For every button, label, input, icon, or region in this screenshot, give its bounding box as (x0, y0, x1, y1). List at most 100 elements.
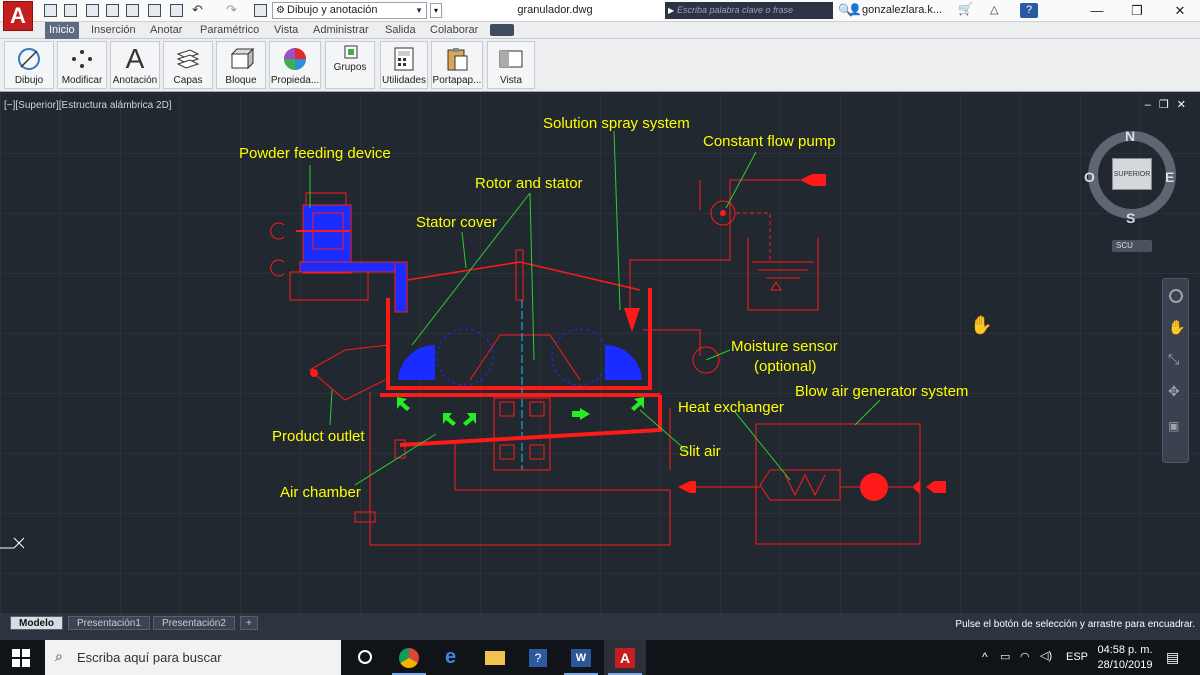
showmotion-icon[interactable]: ▣ (1168, 419, 1179, 433)
user-icon[interactable]: 👤 (848, 3, 862, 16)
tab-insercion[interactable]: Inserción (91, 22, 136, 39)
label-slit-air: Slit air (679, 443, 721, 460)
status-message: Pulse el botón de selección y arrastre p… (955, 619, 1195, 630)
volume-icon[interactable]: ◁) (1040, 649, 1052, 662)
granulator-diagram: Powder feeding device Rotor and stator S… (0, 115, 968, 549)
compass-west[interactable]: O (1084, 169, 1095, 185)
chrome-icon[interactable] (388, 640, 430, 675)
close-button[interactable]: ✕ (1165, 0, 1195, 21)
pan-icon[interactable]: ✋ (1168, 319, 1185, 336)
view-button[interactable]: Vista (487, 41, 535, 89)
tab-model[interactable]: Modelo (10, 616, 63, 630)
new-file-icon[interactable] (44, 4, 57, 17)
edge-icon[interactable]: e (432, 640, 474, 675)
tab-colaborar[interactable]: Colaborar (430, 22, 478, 39)
zoom-extents-icon[interactable]: ⤡ (1168, 351, 1179, 368)
minimize-button[interactable]: — (1082, 0, 1112, 21)
word-icon[interactable]: W (560, 640, 602, 675)
plot-icon[interactable] (170, 4, 183, 17)
tab-vista[interactable]: Vista (274, 22, 298, 39)
cart-icon[interactable]: 🛒 (958, 2, 973, 16)
file-explorer-icon[interactable] (474, 640, 516, 675)
task-view-icon[interactable] (344, 640, 386, 675)
windows-taskbar: ⌕ Escriba aquí para buscar e ? W A ^ ▭ ◠… (0, 640, 1200, 675)
label-constant-flow-pump: Constant flow pump (703, 133, 836, 150)
language-indicator[interactable]: ESP (1066, 651, 1088, 663)
battery-icon[interactable]: ▭ (1000, 650, 1010, 663)
label-solution-spray: Solution spray system (543, 115, 690, 132)
save-icon[interactable] (86, 4, 99, 17)
wifi-icon[interactable]: ◠ (1020, 650, 1030, 663)
tab-salida[interactable]: Salida (385, 22, 416, 39)
help-app-icon[interactable]: ? (518, 640, 560, 675)
restore-button[interactable]: ❐ (1122, 0, 1152, 21)
keyword-search-input[interactable]: ▶ Escriba palabra clave o frase (665, 2, 833, 19)
open-file-icon[interactable] (64, 4, 77, 17)
steering-wheel-icon[interactable] (1169, 289, 1183, 303)
modify-button[interactable]: Modificar (57, 41, 107, 89)
draw-label: Dibujo (14, 75, 44, 86)
drawing-area[interactable]: [−][Superior][Estructura alámbrica 2D] –… (0, 93, 1200, 613)
properties-icon (284, 48, 306, 70)
match-properties-icon[interactable] (254, 4, 267, 17)
expand-arrow-icon: ▶ (668, 6, 675, 15)
windows-start-icon[interactable] (12, 649, 30, 667)
save-as-icon[interactable] (106, 4, 119, 17)
groups-button[interactable]: Grupos (325, 41, 375, 89)
autocad-taskbar-icon[interactable]: A (604, 640, 646, 675)
ucs-menu[interactable]: SCU (1112, 240, 1152, 252)
utilities-button[interactable]: Utilidades (380, 41, 428, 89)
tray-chevron-icon[interactable]: ^ (982, 650, 988, 664)
clipboard-label: Portapap... (432, 75, 482, 86)
clipboard-icon (447, 48, 468, 71)
print-preview-icon[interactable] (148, 4, 161, 17)
tab-parametrico[interactable]: Paramétrico (200, 22, 259, 39)
compass-south[interactable]: S (1126, 210, 1135, 226)
autocad-logo-button[interactable]: A (3, 1, 33, 31)
autocad-window: A ↶ ↷ ⚙ Dibujo y anotación ▼ ▾ granulado… (0, 0, 1200, 675)
taskbar-search-box[interactable]: ⌕ Escriba aquí para buscar (45, 640, 341, 675)
redo-icon[interactable]: ↷ (226, 2, 237, 18)
workspace-label: Dibujo y anotación (287, 4, 378, 16)
compass-east[interactable]: E (1165, 169, 1174, 185)
undo-icon[interactable]: ↶ (192, 2, 203, 18)
tab-anotar[interactable]: Anotar (150, 22, 182, 39)
clock-time[interactable]: 04:58 p. m. (1095, 644, 1155, 656)
annotation-icon: A (125, 43, 145, 74)
diagram-labels: Powder feeding device Rotor and stator S… (239, 115, 968, 501)
viewcube-face[interactable]: SUPERIOR (1112, 158, 1152, 190)
autodesk-a360-icon[interactable]: △ (990, 3, 998, 16)
notification-icon[interactable]: ▤ (1166, 649, 1179, 666)
ribbon-display-toggle-icon[interactable] (490, 24, 514, 36)
clock-date[interactable]: 28/10/2019 (1095, 659, 1155, 671)
tab-inicio[interactable]: Inicio (45, 22, 79, 39)
workspace-select[interactable]: ⚙ Dibujo y anotación ▼ (272, 2, 427, 19)
compass-north[interactable]: N (1125, 128, 1135, 144)
block-button[interactable]: Bloque (216, 41, 266, 89)
taskbar-search-placeholder: Escriba aquí para buscar (77, 650, 222, 665)
user-account[interactable]: gonzalezlara.k... (862, 0, 942, 21)
ucs-icon (0, 537, 25, 549)
properties-button[interactable]: Propieda... (269, 41, 321, 89)
layout-tabs-bar: Modelo Presentación1 Presentación2 + Pul… (0, 613, 1200, 640)
help-icon[interactable]: ? (1020, 3, 1038, 18)
web-mobile-icon[interactable] (126, 4, 139, 17)
customize-toolbar-icon[interactable]: ▾ (430, 3, 442, 18)
add-layout-button[interactable]: + (240, 616, 258, 630)
groups-icon (344, 45, 358, 59)
annotation-button[interactable]: A Anotación (110, 41, 160, 89)
tab-administrar[interactable]: Administrar (313, 22, 369, 39)
orbit-icon[interactable]: ✥ (1168, 383, 1180, 400)
powder-feeder (270, 192, 408, 313)
draw-button[interactable]: Dibujo (4, 41, 54, 89)
search-placeholder: Escriba palabra clave o frase (677, 5, 794, 15)
layers-button[interactable]: Capas (163, 41, 213, 89)
tab-layout2[interactable]: Presentación2 (153, 616, 235, 630)
ribbon-panel: Dibujo Modificar A Anotación Capas Bloqu… (0, 39, 1200, 92)
draw-icon (18, 48, 40, 70)
utilities-icon (394, 47, 414, 71)
window-title: granulador.dwg (445, 0, 665, 21)
label-heat-exchanger: Heat exchanger (678, 399, 784, 416)
clipboard-button[interactable]: Portapap... (431, 41, 483, 89)
tab-layout1[interactable]: Presentación1 (68, 616, 150, 630)
